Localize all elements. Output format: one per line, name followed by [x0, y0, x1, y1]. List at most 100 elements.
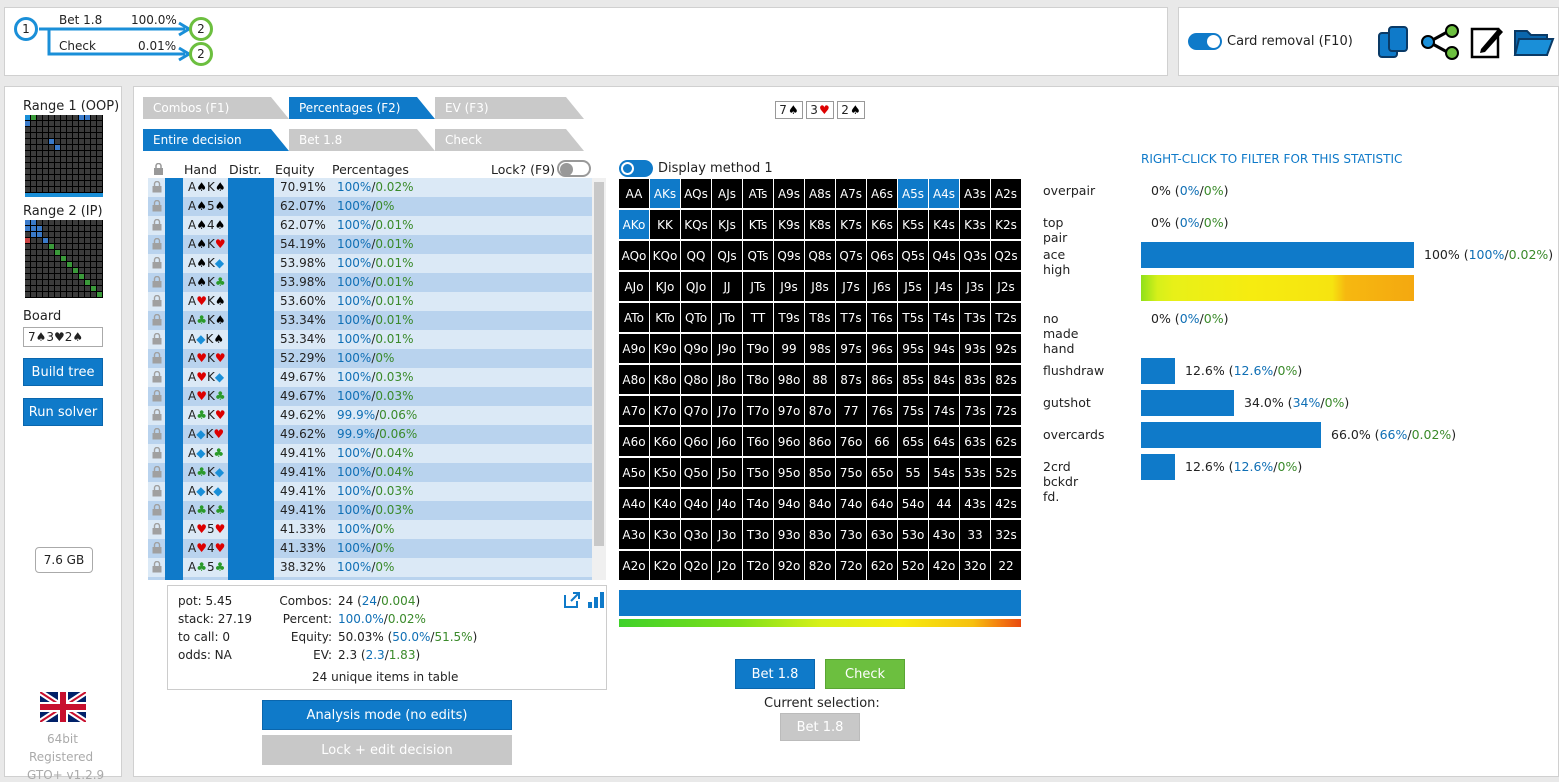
hand-cell[interactable]: 76s [867, 396, 897, 425]
hand-cell[interactable]: K8s [805, 210, 835, 239]
hand-cell[interactable]: 55 [898, 458, 928, 487]
hand-cell[interactable]: Q8s [805, 241, 835, 270]
hand-cell[interactable]: 82s [991, 365, 1021, 394]
hand-cell[interactable]: AKs [650, 179, 680, 208]
hand-cell[interactable]: K9o [650, 334, 680, 363]
lock-icon[interactable] [152, 465, 162, 478]
hand-cell[interactable]: 84o [805, 489, 835, 518]
hand-cell[interactable]: A7o [619, 396, 649, 425]
hand-cell[interactable]: A9o [619, 334, 649, 363]
lock-icon[interactable] [152, 484, 162, 497]
hand-cell[interactable]: Q4o [681, 489, 711, 518]
hand-cell[interactable]: A6s [867, 179, 897, 208]
hand-cell[interactable]: Q5s [898, 241, 928, 270]
lock-icon[interactable] [152, 275, 162, 288]
hand-cell[interactable]: QQ [681, 241, 711, 270]
current-selection-value[interactable]: Bet 1.8 [780, 713, 860, 741]
hand-cell[interactable]: A4s [929, 179, 959, 208]
hand-cell[interactable]: Q2o [681, 551, 711, 580]
hand-cell[interactable]: Q5o [681, 458, 711, 487]
hand-cell[interactable]: A7s [836, 179, 866, 208]
table-row[interactable]: A◆K♥ 49.62% 99.9%/0.06% [148, 425, 592, 444]
hand-cell[interactable]: K2s [991, 210, 1021, 239]
hand-cell[interactable]: J3s [960, 272, 990, 301]
hand-cell[interactable]: 42s [991, 489, 1021, 518]
hand-cell[interactable]: J9o [712, 334, 742, 363]
hand-cell[interactable]: AJo [619, 272, 649, 301]
lock-icon[interactable] [152, 237, 162, 250]
hand-cell[interactable]: KJs [712, 210, 742, 239]
hand-cell[interactable]: 72s [991, 396, 1021, 425]
hand-cell[interactable]: T9s [774, 303, 804, 332]
col-percentages[interactable]: Percentages [332, 162, 409, 177]
hand-cell[interactable]: 86s [867, 365, 897, 394]
hand-cell[interactable]: 74s [929, 396, 959, 425]
hand-cell[interactable]: A6o [619, 427, 649, 456]
hand-cell[interactable]: KTo [650, 303, 680, 332]
hand-cell[interactable]: 52s [991, 458, 1021, 487]
hand-cell[interactable]: KQo [650, 241, 680, 270]
hand-cell[interactable]: 42o [929, 551, 959, 580]
bar-chart-icon[interactable] [587, 591, 605, 609]
hand-cell[interactable]: 92o [774, 551, 804, 580]
hand-cell[interactable]: 95s [898, 334, 928, 363]
hand-cell[interactable]: ATo [619, 303, 649, 332]
hand-cell[interactable]: A5s [898, 179, 928, 208]
col-equity[interactable]: Equity [275, 162, 315, 177]
hand-cell[interactable]: AA [619, 179, 649, 208]
hand-cell[interactable]: 33 [960, 520, 990, 549]
table-row[interactable]: A♣K♣ 49.41% 100%/0.03% [148, 501, 592, 520]
hand-cell[interactable]: A8s [805, 179, 835, 208]
hand-cell[interactable]: 75s [898, 396, 928, 425]
hand-cell[interactable]: K6o [650, 427, 680, 456]
hand-cell[interactable]: Q3s [960, 241, 990, 270]
hand-cell[interactable]: 98s [805, 334, 835, 363]
table-row[interactable]: A◆5◆38.32%100%/0% [148, 577, 592, 580]
table-row[interactable]: A♠K♠ 70.91% 100%/0.02% [148, 178, 592, 197]
hand-cell[interactable]: 63o [867, 520, 897, 549]
lock-icon[interactable] [152, 294, 162, 307]
table-row[interactable]: A♣K♠ 53.34% 100%/0.01% [148, 311, 592, 330]
hand-cell[interactable]: 84s [929, 365, 959, 394]
stat-label[interactable]: overcards [1043, 427, 1105, 442]
lock-icon[interactable] [152, 180, 162, 193]
hand-cell[interactable]: KQs [681, 210, 711, 239]
hand-cell[interactable]: T7o [743, 396, 773, 425]
hand-cell[interactable]: T8o [743, 365, 773, 394]
hand-cell[interactable]: Q9s [774, 241, 804, 270]
hand-cell[interactable]: A4o [619, 489, 649, 518]
hand-cell[interactable]: 53s [960, 458, 990, 487]
hand-cell[interactable]: J8s [805, 272, 835, 301]
tab-ev[interactable]: EV (F3) [435, 97, 584, 119]
table-row[interactable]: A♥K♣ 49.67% 100%/0.03% [148, 387, 592, 406]
action-check-label[interactable]: Check [59, 39, 96, 53]
hand-cell[interactable]: 85o [805, 458, 835, 487]
display-method-toggle[interactable] [619, 160, 653, 177]
hand-cell[interactable]: JTo [712, 303, 742, 332]
range1-thumbnail[interactable] [25, 115, 103, 193]
hand-cell[interactable]: 85s [898, 365, 928, 394]
hand-cell[interactable]: ATs [743, 179, 773, 208]
hand-cell[interactable]: 65o [867, 458, 897, 487]
hand-cell[interactable]: A2s [991, 179, 1021, 208]
hand-cell[interactable]: 62o [867, 551, 897, 580]
copy-icon[interactable] [1377, 25, 1413, 59]
tree-child-node-bet[interactable]: 2 [189, 17, 213, 41]
hand-cell[interactable]: T2o [743, 551, 773, 580]
hand-cell[interactable]: 22 [991, 551, 1021, 580]
run-solver-button[interactable]: Run solver [23, 398, 103, 426]
lock-icon[interactable] [152, 408, 162, 421]
hand-cell[interactable]: JTs [743, 272, 773, 301]
board-input[interactable]: 7♠3♥2♠ [23, 327, 103, 347]
lock-icon[interactable] [152, 522, 162, 535]
hand-cell[interactable]: 87o [805, 396, 835, 425]
hand-cell[interactable]: J2s [991, 272, 1021, 301]
tab-check[interactable]: Check [435, 129, 584, 151]
hand-cell[interactable]: A8o [619, 365, 649, 394]
hand-cell[interactable]: T6o [743, 427, 773, 456]
hand-cell[interactable]: Q6s [867, 241, 897, 270]
hand-cell[interactable]: AKo [619, 210, 649, 239]
hand-cell[interactable]: J6s [867, 272, 897, 301]
hand-cell[interactable]: KK [650, 210, 680, 239]
hand-cell[interactable]: 94s [929, 334, 959, 363]
